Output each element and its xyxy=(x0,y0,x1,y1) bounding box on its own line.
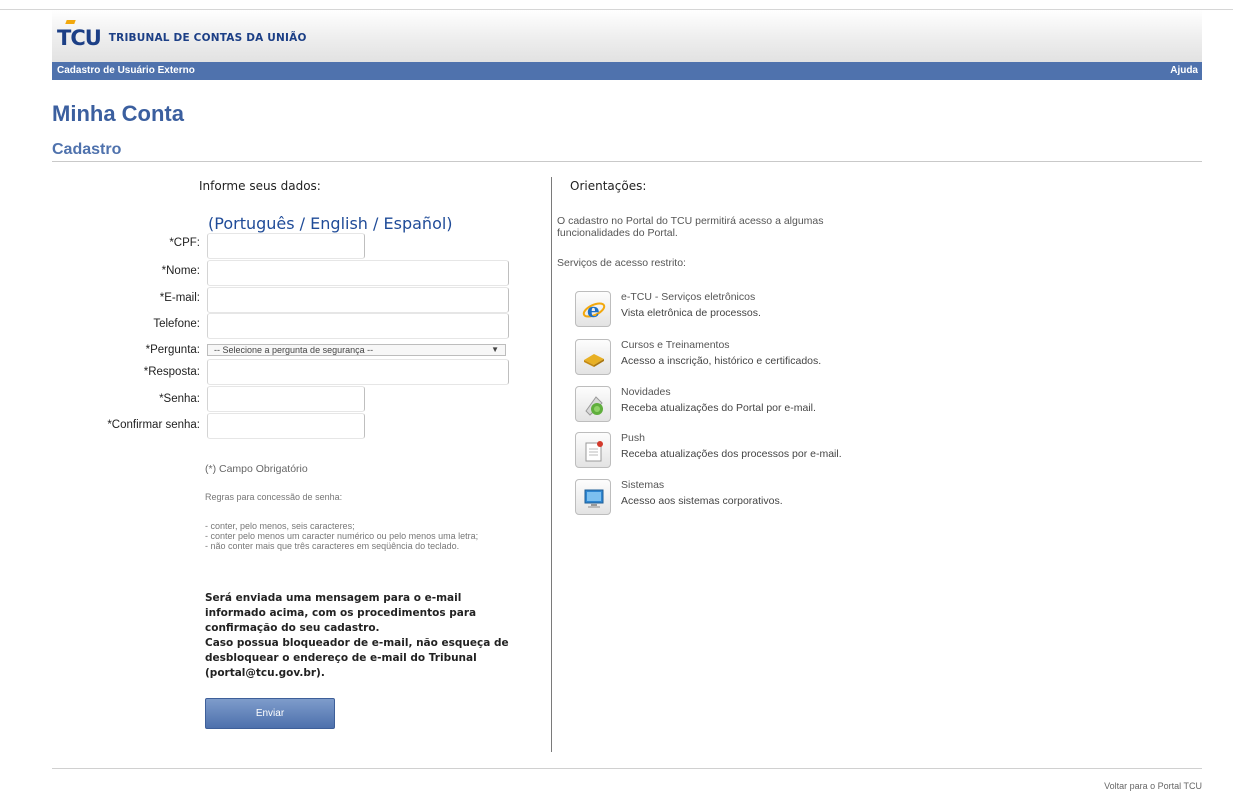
lang-separator: / xyxy=(373,214,379,233)
logo-name: TRIBUNAL DE CONTAS DA UNIÃO xyxy=(108,32,307,44)
password-rules: - conter, pelo menos, seis caracteres; -… xyxy=(205,521,510,551)
password-rules-title: Regras para concessão de senha: xyxy=(205,492,343,502)
service-title: e-TCU - Serviços eletrônicos xyxy=(621,291,756,303)
nome-field[interactable] xyxy=(207,260,509,286)
courses-icon xyxy=(575,339,611,375)
lang-portuguese-link[interactable]: (Português xyxy=(208,214,295,233)
telefone-field[interactable] xyxy=(207,313,509,339)
confirmar-senha-field[interactable] xyxy=(207,413,365,439)
service-desc: Receba atualizações dos processos por e-… xyxy=(621,448,842,460)
cpf-label: *CPF: xyxy=(169,237,200,249)
nome-label: *Nome: xyxy=(161,265,200,277)
service-title: Push xyxy=(621,432,645,444)
lang-spanish-link[interactable]: Español) xyxy=(384,214,453,233)
cpf-field[interactable] xyxy=(207,233,365,259)
logo-mark: TCU xyxy=(57,20,102,50)
password-rule: - conter, pelo menos, seis caracteres; xyxy=(205,521,355,531)
lang-english-link[interactable]: English xyxy=(310,214,368,233)
form-heading: Informe seus dados: xyxy=(199,179,321,193)
service-desc: Receba atualizações do Portal por e-mail… xyxy=(621,402,816,414)
guidance-intro: O cadastro no Portal do TCU permitirá ac… xyxy=(557,215,824,239)
service-desc: Vista eletrônica de processos. xyxy=(621,307,761,319)
restricted-services-title: Serviços de acesso restrito: xyxy=(557,257,686,269)
footer-divider xyxy=(52,768,1202,769)
back-to-portal-link[interactable]: Voltar para o Portal TCU xyxy=(1104,781,1202,791)
email-field[interactable] xyxy=(207,287,509,313)
chevron-down-icon: ▼ xyxy=(491,345,499,354)
service-desc: Acesso a inscrição, histórico e certific… xyxy=(621,355,822,367)
confirmation-text: Será enviada uma mensagem para o e-mail … xyxy=(205,592,477,634)
svg-text:e: e xyxy=(587,298,600,322)
service-item-news[interactable]: Novidades Receba atualizações do Portal … xyxy=(575,386,905,430)
confirmar-senha-label: *Confirmar senha: xyxy=(107,419,200,431)
guidance-heading: Orientações: xyxy=(570,179,647,193)
page-title: Minha Conta xyxy=(52,101,184,126)
service-title: Sistemas xyxy=(621,479,665,491)
news-icon xyxy=(575,386,611,422)
pergunta-label: *Pergunta: xyxy=(145,344,200,356)
required-note: (*) Campo Obrigatório xyxy=(205,463,308,475)
site-header: TCU TRIBUNAL DE CONTAS DA UNIÃO xyxy=(52,10,1202,62)
security-question-select[interactable]: -- Selecione a pergunta de segurança -- … xyxy=(207,344,506,356)
email-label: *E-mail: xyxy=(159,292,200,304)
push-icon xyxy=(575,432,611,468)
service-item-courses[interactable]: Cursos e Treinamentos Acesso a inscrição… xyxy=(575,339,905,383)
telefone-label: Telefone: xyxy=(153,318,200,330)
systems-icon xyxy=(575,479,611,515)
resposta-label: *Resposta: xyxy=(143,366,200,378)
navbar-title: Cadastro de Usuário Externo xyxy=(57,65,195,76)
confirmation-message: Será enviada uma mensagem para o e-mail … xyxy=(205,591,515,681)
e-tcu-icon: e xyxy=(575,291,611,327)
help-link[interactable]: Ajuda xyxy=(1170,65,1198,76)
resposta-field[interactable] xyxy=(207,359,509,385)
lang-separator: / xyxy=(299,214,306,233)
tcu-logo[interactable]: TCU TRIBUNAL DE CONTAS DA UNIÃO xyxy=(57,20,307,50)
senha-label: *Senha: xyxy=(159,393,200,405)
password-rule: - conter pelo menos um caracter numérico… xyxy=(205,531,479,541)
column-divider xyxy=(551,177,552,752)
security-question-value: -- Selecione a pergunta de segurança -- xyxy=(214,345,374,355)
service-item-push[interactable]: Push Receba atualizações dos processos p… xyxy=(575,432,905,476)
password-rule: - não conter mais que três caracteres em… xyxy=(205,541,460,551)
service-desc: Acesso aos sistemas corporativos. xyxy=(621,495,783,507)
senha-field[interactable] xyxy=(207,386,365,412)
email-blocker-text: Caso possua bloqueador de e-mail, não es… xyxy=(205,637,509,679)
language-links: (Português / English / Español) xyxy=(208,214,453,233)
navbar: Cadastro de Usuário Externo Ajuda xyxy=(52,62,1202,80)
submit-button[interactable]: Enviar xyxy=(205,698,335,729)
service-title: Novidades xyxy=(621,386,671,398)
section-title: Cadastro xyxy=(52,141,122,158)
service-item-systems[interactable]: Sistemas Acesso aos sistemas corporativo… xyxy=(575,479,905,523)
section-divider xyxy=(52,161,1202,162)
logo-accent xyxy=(65,20,76,24)
service-title: Cursos e Treinamentos xyxy=(621,339,730,351)
service-item-etcu[interactable]: e e-TCU - Serviços eletrônicos Vista ele… xyxy=(575,291,905,335)
